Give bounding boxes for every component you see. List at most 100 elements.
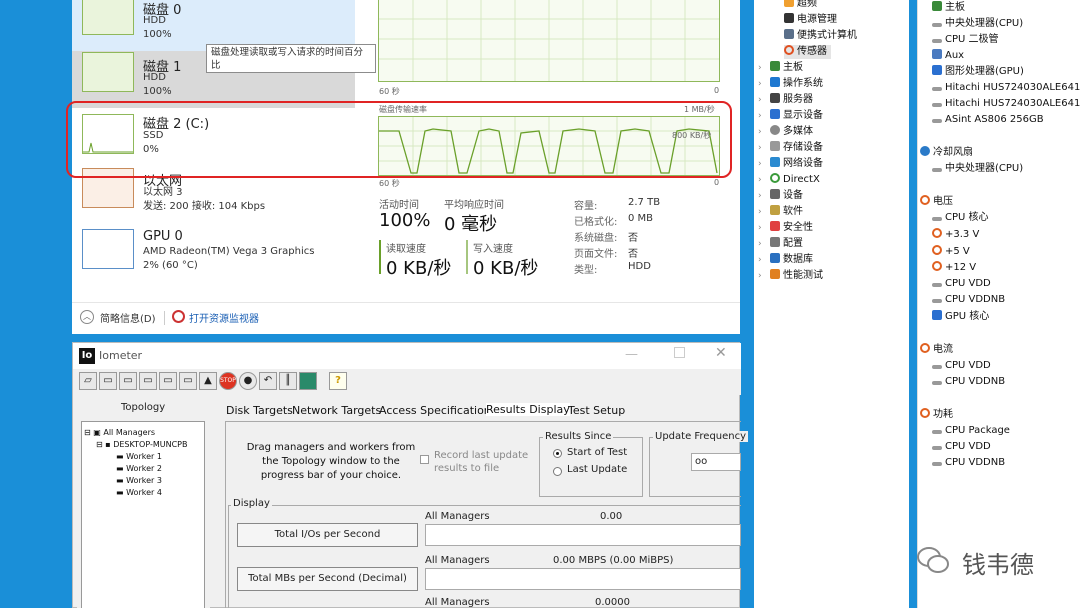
network-icon — [770, 157, 780, 167]
read-indicator — [379, 240, 381, 274]
chevron-up-icon[interactable]: ︿ — [80, 310, 94, 324]
tree-item-portable[interactable]: 便携式计算机 — [784, 29, 857, 43]
current-sensor-icon — [932, 365, 942, 369]
tree-item-storage[interactable]: › 存储设备 — [758, 141, 823, 155]
wechat-icon — [915, 542, 951, 578]
active-graph-left-label: 60 秒 — [379, 87, 400, 96]
type-value: HDD — [628, 261, 651, 272]
row-2-progress-bar[interactable] — [425, 568, 741, 590]
gpu-item[interactable]: GPU 0 AMD Radeon(TM) Vega 3 Graphics 2% … — [72, 228, 355, 285]
results-since-label: Results Since — [543, 431, 614, 442]
chevron-right-icon: › — [758, 159, 762, 169]
tree-item-config[interactable]: › 配置 — [758, 237, 803, 251]
voltage-icon — [932, 245, 942, 255]
record-checkbox[interactable] — [420, 455, 429, 464]
tab-disk-targets[interactable]: Disk Targets — [226, 404, 293, 417]
tree-item-label: 网络设备 — [783, 158, 823, 169]
new-network-worker-icon[interactable]: ▭ — [159, 372, 177, 390]
row-1-progress-bar[interactable] — [425, 524, 741, 546]
help-icon[interactable]: ? — [329, 372, 347, 390]
tree-item-os[interactable]: › 操作系统 — [758, 77, 823, 91]
page-file-value: 否 — [628, 249, 638, 260]
tree-item-label: 操作系统 — [783, 78, 823, 89]
summary-link[interactable]: 简略信息(D) — [100, 310, 156, 325]
start-of-test-radio[interactable] — [553, 449, 562, 458]
update-frequency-input[interactable]: oo — [691, 453, 741, 471]
sensor-cpu-diode: CPU 二极管 — [932, 33, 999, 47]
tree-item-benchmark[interactable]: › 性能测试 — [758, 269, 823, 283]
chevron-right-icon: › — [758, 79, 762, 89]
row-1-value: 0.00 — [600, 511, 623, 522]
chevron-right-icon: › — [758, 127, 762, 137]
tree-item-label: DirectX — [783, 174, 820, 185]
total-ios-button[interactable]: Total I/Os per Second — [237, 523, 418, 547]
tree-item-server[interactable]: › 服务器 — [758, 93, 813, 107]
stop-all-icon[interactable]: ● — [239, 372, 257, 390]
power-cpu-vdd: CPU VDD — [932, 440, 991, 454]
new-manager-icon[interactable]: ▭ — [119, 372, 137, 390]
tree-item-label: 安全性 — [783, 222, 813, 233]
start-icon[interactable]: ▲ — [199, 372, 217, 390]
tab-network-targets[interactable]: Network Targets — [292, 404, 381, 417]
maximize-icon[interactable] — [674, 347, 685, 358]
chevron-right-icon: › — [758, 111, 762, 121]
disk-0-type: HDD — [143, 15, 166, 26]
tree-item-power[interactable]: 电源管理 — [784, 13, 837, 27]
tab-results-display[interactable]: Results Display — [486, 403, 570, 416]
motherboard-icon — [932, 1, 942, 11]
total-mbs-button[interactable]: Total MBs per Second (Decimal) — [237, 567, 418, 591]
open-icon[interactable]: ▱ — [79, 372, 97, 390]
voltage-12v: +12 V — [932, 261, 976, 275]
reset-icon[interactable]: ↶ — [259, 372, 277, 390]
tree-item-overclock[interactable]: 超频 — [784, 0, 817, 11]
fan-header: 冷却风扇 — [920, 146, 973, 160]
minimize-icon[interactable]: — — [625, 347, 638, 362]
sensor-label: CPU VDD — [945, 278, 991, 289]
sensor-ssd: ASint AS806 256GB — [932, 113, 1044, 127]
row-1-manager: All Managers — [425, 511, 490, 522]
formatted-value: 0 MB — [628, 213, 654, 224]
benchmark-icon — [770, 269, 780, 279]
tooltip: 磁盘处理读取或写入请求的时间百分比 — [206, 44, 376, 73]
exit-icon[interactable] — [299, 372, 317, 390]
display-label: Display — [231, 498, 272, 509]
duplicate-icon[interactable]: ▭ — [179, 372, 197, 390]
voltage-icon — [920, 195, 930, 205]
tab-access-specifications[interactable]: Access Specifications — [379, 404, 497, 417]
row-2-value: 0.00 MBPS (0.00 MiBPS) — [553, 555, 674, 566]
voltage-sensor-icon — [932, 283, 942, 287]
current-sensor-icon — [932, 381, 942, 385]
capacity-value: 2.7 TB — [628, 197, 661, 208]
tree-item-security[interactable]: › 安全性 — [758, 221, 813, 235]
chevron-right-icon: › — [758, 191, 762, 201]
tree-item-motherboard[interactable]: › 主板 — [758, 61, 803, 75]
voltage-cpu-vddnb: CPU VDDNB — [932, 293, 1005, 307]
tree-item-devices[interactable]: › 设备 — [758, 189, 803, 203]
tab-test-setup[interactable]: Test Setup — [568, 404, 625, 417]
sensor-panel: 主板 中央处理器(CPU) CPU 二极管 Aux 图形处理器(GPU) Hit… — [917, 0, 1080, 608]
fan-sensor-icon — [932, 168, 942, 172]
new-worker-icon[interactable]: ▭ — [139, 372, 157, 390]
close-icon[interactable]: ✕ — [715, 345, 727, 361]
tree-item-multimedia[interactable]: › 多媒体 — [758, 125, 813, 139]
chevron-right-icon: › — [758, 223, 762, 233]
voltage-5v: +5 V — [932, 245, 970, 259]
tree-item-label: 存储设备 — [783, 142, 823, 153]
tree-item-directx[interactable]: › DirectX — [758, 173, 820, 187]
save-icon[interactable]: ▭ — [99, 372, 117, 390]
tree-item-network[interactable]: › 网络设备 — [758, 157, 823, 171]
disconnect-icon[interactable]: ║ — [279, 372, 297, 390]
stop-icon[interactable]: STOP — [219, 372, 237, 390]
tree-item-label: 配置 — [783, 238, 803, 249]
voltage-header: 电压 — [920, 195, 953, 209]
disk-0-usage: 100% — [143, 29, 172, 40]
tree-item-display[interactable]: › 显示设备 — [758, 109, 823, 123]
tree-item-database[interactable]: › 数据库 — [758, 253, 813, 267]
last-update-radio[interactable] — [553, 467, 562, 476]
tree-worker-4[interactable]: ▬ Worker 4 — [116, 486, 162, 500]
open-resource-monitor-link[interactable]: 打开资源监视器 — [189, 310, 259, 325]
tree-item-software[interactable]: › 软件 — [758, 205, 803, 219]
config-icon — [770, 237, 780, 247]
tree-item-sensors[interactable]: 传感器 — [784, 45, 831, 59]
thermometer-icon — [932, 39, 942, 43]
